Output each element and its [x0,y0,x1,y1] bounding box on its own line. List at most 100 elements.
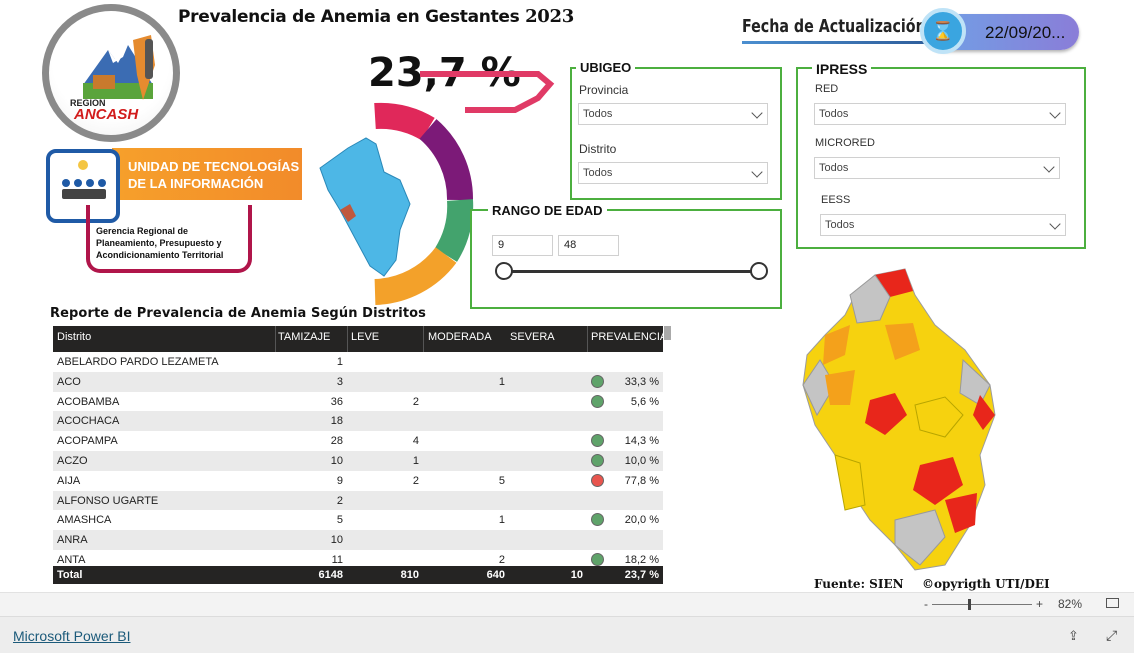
table-row[interactable]: ACOCHACA 18 [53,411,663,432]
zoom-slider-thumb[interactable] [968,599,971,610]
col-separator [275,326,276,352]
gerencia-line2: Planeamiento, Presupuesto y [96,238,222,248]
cell-tamizaje: 36 [330,395,343,408]
table-row[interactable]: AIJA 9 2 5 77,8 % [53,471,663,491]
eess-label: EESS [821,194,851,206]
table-row[interactable]: ALFONSO UGARTE 2 [53,490,663,511]
col-separator [587,326,588,352]
red-dropdown[interactable]: Todos [814,103,1066,125]
report-title-text: Prevalencia de Anemia en Gestantes [178,7,520,27]
zoom-in-button[interactable]: + [1036,597,1043,611]
edad-slider-max-thumb[interactable] [750,262,768,280]
uti-title-line2: DE LA INFORMACIÓN [128,176,264,191]
col-header-leve[interactable]: LEVE [351,331,379,343]
col-header-prevalencia[interactable]: PREVALENCIA [591,331,667,343]
gerencia-text: Gerencia Regional de Planeamiento, Presu… [96,225,223,261]
table-row[interactable]: ACOPAMPA 28 4 14,3 % [53,431,663,451]
table-row[interactable]: ABELARDO PARDO LEZAMETA 1 [53,352,663,372]
expand-icon[interactable]: ⤢ [1106,627,1117,644]
status-dot-green [591,454,604,467]
fecha-underline [742,41,932,44]
table-row[interactable]: ACO 3 1 33,3 % [53,371,663,392]
red-value: Todos [819,108,849,120]
table-row[interactable]: ACOBAMBA 36 2 5,6 % [53,392,663,412]
fecha-value: 22/09/20... [985,23,1066,42]
cell-distrito: AMASHCA [57,514,112,527]
cell-tamizaje: 28 [330,435,343,448]
cell-tamizaje: 11 [331,554,343,566]
footer-bar [0,616,1134,653]
distrito-dropdown[interactable]: Todos [578,162,768,184]
cell-leve: 4 [412,435,419,448]
cell-tamizaje: 3 [336,375,343,388]
col-separator [423,326,424,352]
zoom-out-button[interactable]: - [924,597,928,611]
chevron-down-icon [751,166,763,178]
fuente-text: Fuente: SIEN [814,577,904,591]
table-scrollbar[interactable] [664,326,671,340]
cell-moderada: 5 [498,474,505,487]
donut-segment-red [374,102,435,141]
total-label: Total [57,569,83,581]
col-header-severa[interactable]: SEVERA [510,331,555,343]
report-title-year: 2023 [525,6,574,27]
microred-label: MICRORED [815,137,875,149]
table-row[interactable]: ACZO 10 1 10,0 % [53,451,663,471]
copyright-text: ©opyrigth UTI/DEI [922,577,1050,591]
edad-slider-track[interactable] [504,270,760,273]
col-header-moderada[interactable]: MODERADA [428,331,492,343]
cell-distrito: ACOCHACA [57,415,120,428]
cell-distrito: ANTA [57,554,86,566]
microred-dropdown[interactable]: Todos [814,157,1060,179]
table-total-row: Total 6148 810 640 10 23,7 % [53,566,663,584]
district-yellow [834,454,866,511]
report-canvas: REGION ANCASH Prevalencia de Anemia en G… [0,0,1134,592]
chevron-down-icon [751,107,763,119]
table-row[interactable]: AMASHCA 5 1 20,0 % [53,510,663,530]
cell-tamizaje: 9 [336,474,343,487]
donut-segment-green [434,199,474,262]
cell-leve: 2 [412,395,419,408]
gerencia-line3: Acondicionamiento Territorial [96,250,224,260]
fecha-label: Fecha de Actualización [742,16,926,37]
col-header-distrito[interactable]: Distrito [57,331,91,343]
table-title: Reporte de Prevalencia de Anemia Según D… [50,306,427,321]
cell-leve: 2 [412,474,419,487]
ancash-district-map [802,268,996,571]
cell-distrito: ACZO [57,455,88,467]
cell-distrito: ACOBAMBA [57,395,120,408]
cell-moderada: 1 [498,514,505,527]
cell-moderada: 1 [498,375,505,388]
zoom-slider-track[interactable] [932,604,1032,605]
chevron-down-icon [1043,161,1055,173]
power-bi-link[interactable]: Microsoft Power BI [13,628,130,644]
share-icon[interactable]: ⇪ [1068,628,1079,644]
kpi-connector [420,71,555,113]
edad-slider-min-thumb[interactable] [495,262,513,280]
cell-distrito: ACOPAMPA [57,435,118,448]
district-orange [825,370,855,405]
col-separator [347,326,348,352]
zoom-level: 82% [1058,597,1083,611]
eess-value: Todos [825,219,855,231]
table-row[interactable]: ANRA 10 [53,530,663,550]
cell-distrito: AIJA [57,474,81,487]
eess-dropdown[interactable]: Todos [820,214,1066,236]
cell-distrito: ALFONSO UGARTE [57,494,159,507]
col-header-tamizaje[interactable]: TAMIZAJE [278,331,330,343]
cell-distrito: ABELARDO PARDO LEZAMETA [57,356,219,368]
total-tamizaje: 6148 [318,569,343,581]
total-prevalencia: 23,7 % [624,569,659,581]
cell-tamizaje: 10 [330,534,343,547]
edad-min-input[interactable]: 9 [492,235,553,256]
report-title: Prevalencia de Anemia en Gestantes 2023 [178,6,574,27]
cell-tamizaje: 1 [336,356,343,368]
fit-to-page-icon[interactable] [1106,598,1119,608]
donut-segment-purple [419,119,473,201]
edad-max-input[interactable]: 48 [558,235,619,256]
distrito-label: Distrito [579,142,617,156]
edad-panel: RANGO DE EDAD 9 48 [470,203,782,309]
total-leve: 810 [400,569,419,581]
chevron-down-icon [1049,218,1061,230]
provincia-dropdown[interactable]: Todos [578,103,768,125]
